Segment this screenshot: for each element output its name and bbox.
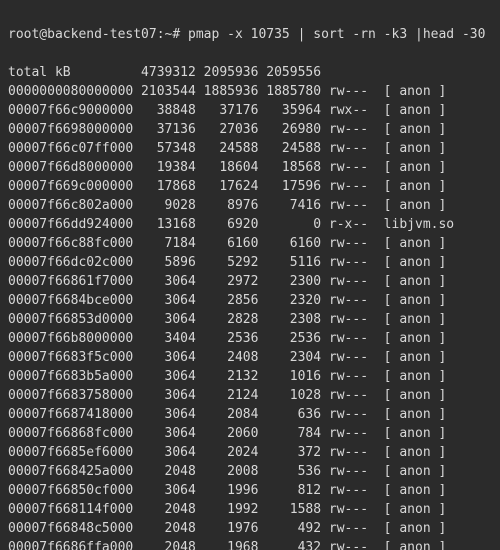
table-row: 00007f6686ffa000 2048 1968 432 rw--- [ a… — [8, 538, 492, 550]
table-row: 00007f66d8000000 19384 18604 18568 rw---… — [8, 158, 492, 177]
table-row: 00007f66868fc000 3064 2060 784 rw--- [ a… — [8, 424, 492, 443]
table-row: 00007f668114f000 2048 1992 1588 rw--- [ … — [8, 500, 492, 519]
table-row: 00007f66853d0000 3064 2828 2308 rw--- [ … — [8, 310, 492, 329]
table-row: 00007f66c802a000 9028 8976 7416 rw--- [ … — [8, 196, 492, 215]
table-row: 00007f6683758000 3064 2124 1028 rw--- [ … — [8, 386, 492, 405]
table-row: 00007f6698000000 37136 27036 26980 rw---… — [8, 120, 492, 139]
table-row: 00007f668425a000 2048 2008 536 rw--- [ a… — [8, 462, 492, 481]
table-row: 00007f669c000000 17868 17624 17596 rw---… — [8, 177, 492, 196]
prompt-text: root@backend-test07:~# pmap -x 10735 | s… — [8, 27, 485, 42]
prompt-line: root@backend-test07:~# pmap -x 10735 | s… — [8, 25, 492, 44]
table-row: total kB 4739312 2095936 2059556 — [8, 63, 492, 82]
table-row: 00007f66dc02c000 5896 5292 5116 rw--- [ … — [8, 253, 492, 272]
terminal-output: root@backend-test07:~# pmap -x 10735 | s… — [0, 0, 500, 550]
table-row: 00007f6684bce000 3064 2856 2320 rw--- [ … — [8, 291, 492, 310]
table-row: 00007f66848c5000 2048 1976 492 rw--- [ a… — [8, 519, 492, 538]
pmap-table: total kB 4739312 2095936 205955600000000… — [8, 63, 492, 550]
table-row: 00007f66c07ff000 57348 24588 24588 rw---… — [8, 139, 492, 158]
table-row: 00007f66c9000000 38848 37176 35964 rwx--… — [8, 101, 492, 120]
table-row: 00007f6683f5c000 3064 2408 2304 rw--- [ … — [8, 348, 492, 367]
table-row: 00007f6683b5a000 3064 2132 1016 rw--- [ … — [8, 367, 492, 386]
table-row: 00007f66861f7000 3064 2972 2300 rw--- [ … — [8, 272, 492, 291]
table-row: 00007f6685ef6000 3064 2024 372 rw--- [ a… — [8, 443, 492, 462]
table-row: 00007f66c88fc000 7184 6160 6160 rw--- [ … — [8, 234, 492, 253]
table-row: 00007f66dd924000 13168 6920 0 r-x-- libj… — [8, 215, 492, 234]
table-row: 00007f66850cf000 3064 1996 812 rw--- [ a… — [8, 481, 492, 500]
table-row: 0000000080000000 2103544 1885936 1885780… — [8, 82, 492, 101]
table-row: 00007f66b8000000 3404 2536 2536 rw--- [ … — [8, 329, 492, 348]
table-row: 00007f6687418000 3064 2084 636 rw--- [ a… — [8, 405, 492, 424]
